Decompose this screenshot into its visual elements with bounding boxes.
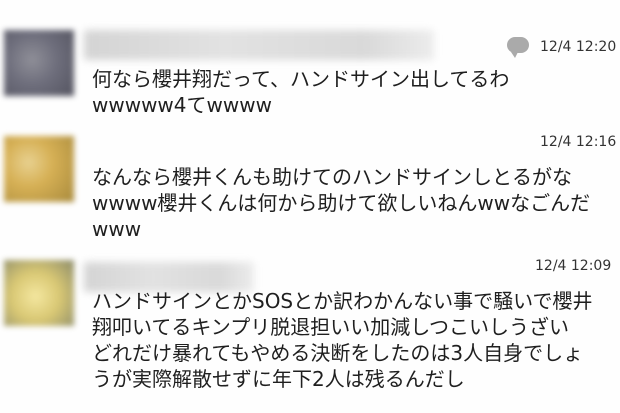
comment-item[interactable]: 12/4 12:09 ハンドサインとかSOSとか訳わかんない事で騒いで櫻井 翔叩… <box>0 250 620 413</box>
comment-timestamp: 12/4 12:09 <box>535 258 612 274</box>
comment-text: ハンドサインとかSOSとか訳わかんない事で騒いで櫻井 翔叩いてるキンプリ脱退担い… <box>92 289 593 391</box>
comment-text: なんなら櫻井くんも助けてのハンドサインしとるがな wwww櫻井くんは何から助けて… <box>92 165 591 241</box>
avatar[interactable] <box>4 30 74 96</box>
speech-bubble-icon[interactable] <box>507 37 529 58</box>
comment-feed: 12/4 12:20 何なら櫻井翔だって、ハンドサイン出してるわ wwwww4て… <box>0 0 620 413</box>
comment-item[interactable]: 12/4 12:20 何なら櫻井翔だって、ハンドサイン出してるわ wwwww4て… <box>0 0 620 127</box>
avatar[interactable] <box>4 260 74 326</box>
comment-timestamp: 12/4 12:20 <box>540 39 617 55</box>
blurred-username <box>84 30 434 60</box>
comment-item[interactable]: 12/4 12:16 なんなら櫻井くんも助けてのハンドサインしとるがな wwww… <box>0 126 620 251</box>
comment-text: 何なら櫻井翔だって、ハンドサイン出してるわ wwwww4てwwww <box>92 67 510 117</box>
avatar[interactable] <box>4 136 74 202</box>
comment-timestamp: 12/4 12:16 <box>540 134 617 150</box>
